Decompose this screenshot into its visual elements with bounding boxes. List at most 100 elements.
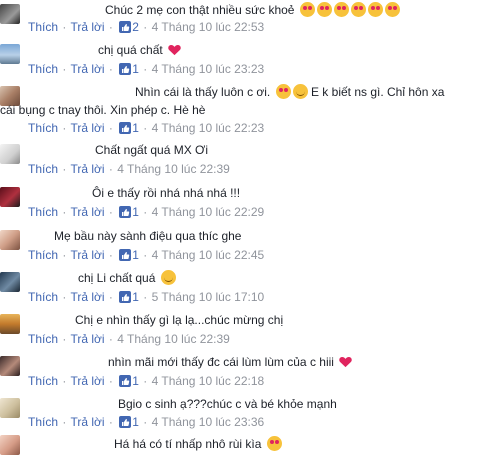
comment-text: Mẹ bầu này sành điệu qua thíc ghe: [54, 229, 242, 243]
reply-link[interactable]: Trả lời: [70, 374, 104, 388]
reply-link[interactable]: Trả lời: [70, 20, 104, 34]
comment-actions: Thích · Trả lời · 1 · 4 Tháng 10 lúc 23:…: [28, 415, 265, 429]
red-heart-icon: [339, 356, 353, 368]
comment-text: Bgio c sinh ạ???chúc c và bé khỏe mạnh: [118, 397, 337, 411]
comment-text: Ôi e thấy rồi nhá nhá nhá !!!: [92, 186, 241, 200]
like-link[interactable]: Thích: [28, 205, 58, 219]
timestamp[interactable]: 4 Tháng 10 lúc 22:18: [152, 374, 265, 388]
comment-text: Chất ngất quá MX Ơi: [95, 143, 209, 157]
comment-text: chị quá chất: [98, 42, 487, 59]
comment-text: Chúc 2 mẹ con thật nhiều sức khoẻ: [105, 2, 487, 19]
comment-actions: Thích · Trả lời · 4 Tháng 10 lúc 22:39: [28, 332, 230, 346]
thumbs-up-icon[interactable]: [119, 416, 132, 428]
comment-item: Bgio c sinh ạ???chúc c và bé khỏe mạnh T…: [0, 394, 487, 434]
comment-text-continued: cái bụng c tnay thôi. Xin phép c. Hè hè: [0, 103, 206, 117]
reply-link[interactable]: Trả lời: [70, 62, 104, 76]
timestamp[interactable]: 4 Tháng 10 lúc 22:39: [117, 332, 230, 346]
timestamp[interactable]: 4 Tháng 10 lúc 23:23: [152, 62, 265, 76]
avatar[interactable]: [0, 230, 20, 250]
avatar[interactable]: [0, 187, 20, 207]
smile-emoji-icon: [160, 270, 176, 285]
like-link[interactable]: Thích: [28, 121, 58, 135]
comment-actions: Thích · Trả lời · 1 · 4 Tháng 10 lúc 22:…: [28, 374, 265, 388]
comment-actions: Thích · Trả lời · 1 · 5 Tháng 10 lúc 17:…: [28, 290, 265, 304]
comment-item: chị Li chất quá Thích · Trả lời · 1 · 5 …: [0, 268, 487, 308]
comment-actions: Thích · Trả lời · 2 · 4 Tháng 10 lúc 22:…: [28, 20, 265, 34]
comment-item: nhìn mãi mới thấy đc cái lùm lùm của c h…: [0, 352, 487, 392]
comment-text: nhìn mãi mới thấy đc cái lùm lùm của c h…: [108, 354, 487, 371]
red-heart-icon: [168, 44, 181, 56]
kiss-face-emoji-icon: [275, 84, 291, 99]
heart-eyes-emoji-icon: [316, 2, 332, 17]
like-count[interactable]: 2: [132, 20, 139, 34]
reply-link[interactable]: Trả lời: [70, 415, 104, 429]
avatar[interactable]: [0, 44, 20, 64]
reply-link[interactable]: Trả lời: [70, 290, 104, 304]
thumbs-up-icon[interactable]: [119, 122, 132, 134]
heart-eyes-emoji-icon: [299, 2, 315, 17]
reply-link[interactable]: Trả lời: [70, 332, 104, 346]
comment-item: Chất ngất quá MX Ơi Thích · Trả lời · 4 …: [0, 140, 487, 180]
comment-item: Há há có tí nhấp nhô rùi kìa: [0, 434, 487, 455]
comment-text: Chị e nhìn thấy gì lạ lạ...chúc mừng chị: [75, 313, 284, 327]
avatar[interactable]: [0, 144, 20, 164]
comment-actions: Thích · Trả lời · 4 Tháng 10 lúc 22:39: [28, 162, 230, 176]
kiss-face-emoji-icon: [292, 84, 308, 99]
thumbs-up-icon[interactable]: [119, 63, 132, 75]
comment-actions: Thích · Trả lời · 1 · 4 Tháng 10 lúc 23:…: [28, 62, 265, 76]
reply-link[interactable]: Trả lời: [70, 248, 104, 262]
avatar[interactable]: [0, 4, 20, 24]
avatar[interactable]: [0, 398, 20, 418]
heart-eyes-emoji-icon: [384, 2, 400, 17]
thumbs-up-icon[interactable]: [119, 21, 132, 33]
heart-eyes-emoji-icon: [350, 2, 366, 17]
like-link[interactable]: Thích: [28, 415, 58, 429]
like-link[interactable]: Thích: [28, 162, 58, 176]
comment-actions: Thích · Trả lời · 1 · 4 Tháng 10 lúc 22:…: [28, 205, 265, 219]
reply-link[interactable]: Trả lời: [70, 121, 104, 135]
thumbs-up-icon[interactable]: [119, 249, 132, 261]
like-link[interactable]: Thích: [28, 62, 58, 76]
like-count[interactable]: 1: [132, 121, 139, 135]
like-count[interactable]: 1: [132, 248, 139, 262]
comment-item: Chúc 2 mẹ con thật nhiều sức khoẻ Thích …: [0, 0, 487, 40]
comment-actions: Thích · Trả lời · 1 · 4 Tháng 10 lúc 22:…: [28, 121, 265, 135]
comment-item: chị quá chất Thích · Trả lời · 1 · 4 Thá…: [0, 40, 487, 80]
like-count[interactable]: 1: [132, 290, 139, 304]
comment-item: Chị e nhìn thấy gì lạ lạ...chúc mừng chị…: [0, 310, 487, 350]
comment-text: chị Li chất quá: [78, 270, 487, 287]
avatar[interactable]: [0, 356, 20, 376]
thumbs-up-icon[interactable]: [119, 375, 132, 387]
avatar[interactable]: [0, 314, 20, 334]
comment-item: Nhìn cái là thấy luôn c ơi. E k biết ns …: [0, 82, 487, 138]
timestamp[interactable]: 4 Tháng 10 lúc 22:53: [152, 20, 265, 34]
heart-eyes-emoji-icon: [333, 2, 349, 17]
reply-link[interactable]: Trả lời: [70, 205, 104, 219]
comment-actions: Thích · Trả lời · 1 · 4 Tháng 10 lúc 22:…: [28, 248, 265, 262]
like-count[interactable]: 1: [132, 374, 139, 388]
avatar[interactable]: [0, 272, 20, 292]
like-count[interactable]: 1: [132, 415, 139, 429]
comment-text: Há há có tí nhấp nhô rùi kìa: [114, 436, 487, 453]
comment-item: Ôi e thấy rồi nhá nhá nhá !!! Thích · Tr…: [0, 183, 487, 223]
heart-eyes-emoji-icon: [266, 436, 282, 451]
thumbs-up-icon[interactable]: [119, 206, 132, 218]
timestamp[interactable]: 5 Tháng 10 lúc 17:10: [152, 290, 265, 304]
timestamp[interactable]: 4 Tháng 10 lúc 22:23: [152, 121, 265, 135]
timestamp[interactable]: 4 Tháng 10 lúc 22:45: [152, 248, 265, 262]
like-count[interactable]: 1: [132, 62, 139, 76]
timestamp[interactable]: 4 Tháng 10 lúc 22:39: [117, 162, 230, 176]
heart-eyes-emoji-icon: [367, 2, 383, 17]
like-count[interactable]: 1: [132, 205, 139, 219]
like-link[interactable]: Thích: [28, 20, 58, 34]
like-link[interactable]: Thích: [28, 374, 58, 388]
like-link[interactable]: Thích: [28, 248, 58, 262]
avatar[interactable]: [0, 435, 20, 455]
timestamp[interactable]: 4 Tháng 10 lúc 23:36: [152, 415, 265, 429]
reply-link[interactable]: Trả lời: [70, 162, 104, 176]
comment-text: Nhìn cái là thấy luôn c ơi. E k biết ns …: [135, 84, 445, 99]
like-link[interactable]: Thích: [28, 332, 58, 346]
like-link[interactable]: Thích: [28, 290, 58, 304]
thumbs-up-icon[interactable]: [119, 291, 132, 303]
timestamp[interactable]: 4 Tháng 10 lúc 22:29: [152, 205, 265, 219]
